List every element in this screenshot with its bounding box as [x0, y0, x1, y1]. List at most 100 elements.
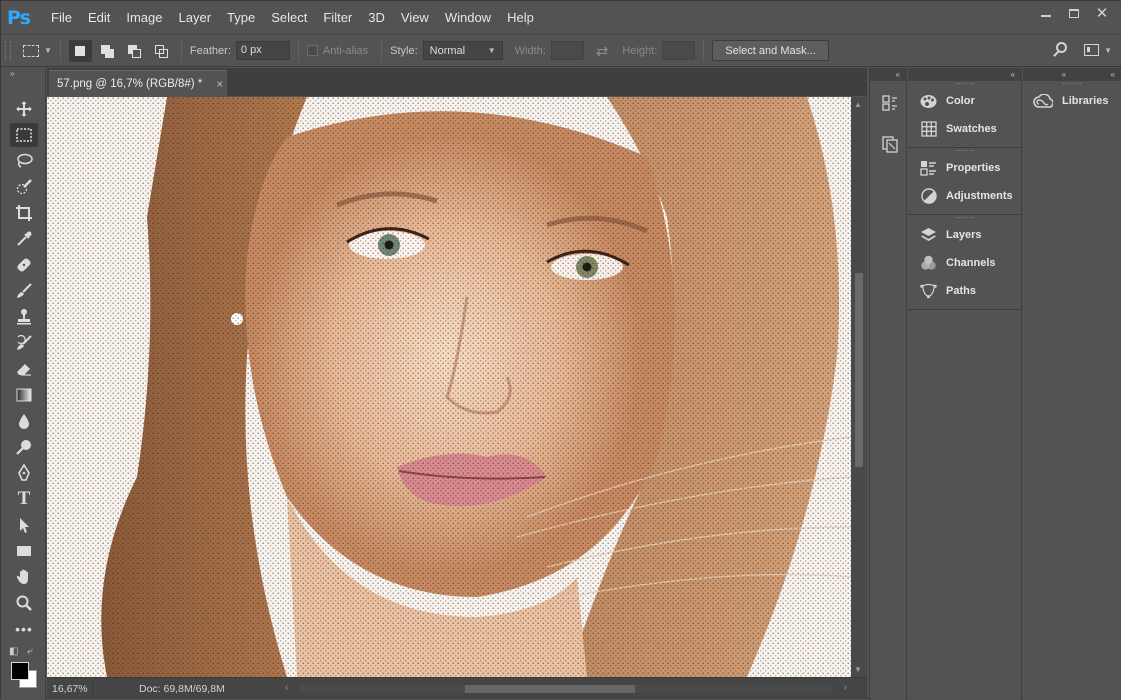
feather-input[interactable]: 0 px — [235, 41, 290, 60]
move-tool[interactable] — [10, 97, 38, 121]
blur-tool[interactable] — [10, 409, 38, 433]
menu-file[interactable]: File — [43, 1, 80, 34]
style-select[interactable]: Normal ▼ — [422, 41, 503, 60]
vertical-scrollbar[interactable]: ▲ ▼ — [851, 97, 867, 677]
pen-tool[interactable] — [10, 461, 38, 485]
spot-healing-brush-tool[interactable] — [10, 253, 38, 277]
divider — [59, 39, 61, 62]
menu-window[interactable]: Window — [437, 1, 499, 34]
menu-image[interactable]: Image — [118, 1, 170, 34]
channels-icon — [920, 255, 937, 272]
minimize-button[interactable] — [1032, 3, 1060, 23]
panel-paths[interactable]: Paths — [908, 277, 1021, 305]
document-tab[interactable]: 57.png @ 16,7% (RGB/8#) * × — [49, 70, 227, 96]
zoom-icon — [16, 595, 32, 611]
add-to-selection-button[interactable] — [96, 40, 119, 62]
height-input[interactable] — [662, 41, 696, 60]
new-selection-button[interactable] — [68, 39, 92, 62]
tool-preset-picker[interactable]: ▼ — [23, 44, 52, 57]
menu-layer[interactable]: Layer — [171, 1, 220, 34]
anti-alias-checkbox[interactable] — [306, 45, 318, 56]
subtract-from-selection-button[interactable] — [123, 40, 146, 62]
select-and-mask-button[interactable]: Select and Mask... — [712, 40, 829, 61]
close-icon: ✕ — [1095, 4, 1109, 22]
lasso-icon — [17, 153, 33, 168]
panel-swatches[interactable]: Swatches — [908, 115, 1021, 143]
lasso-tool[interactable] — [10, 149, 38, 173]
workspace-switcher[interactable]: ▼ — [1084, 44, 1112, 56]
search-icon[interactable] — [1052, 41, 1070, 59]
zoom-tool[interactable] — [10, 591, 38, 615]
menu-help[interactable]: Help — [499, 1, 542, 34]
horizontal-scrollbar[interactable]: ‹ › — [285, 682, 847, 695]
collapse-panels-icon[interactable]: « — [908, 68, 1021, 81]
toolbar-collapse-icon[interactable]: » — [10, 69, 14, 78]
panel-channels[interactable]: Channels — [908, 249, 1021, 277]
chevron-down-icon: ▼ — [487, 46, 496, 55]
scroll-right-icon[interactable]: › — [844, 682, 847, 693]
panel-column-main: « Color Swatches Properties Adjustments … — [908, 68, 1022, 700]
width-input[interactable] — [550, 41, 584, 60]
panel-icon-strip: « — [869, 68, 907, 700]
window-controls: ✕ — [1032, 3, 1116, 23]
brush-icon — [17, 283, 32, 298]
hand-tool[interactable] — [10, 565, 38, 589]
history-panel-button[interactable] — [880, 93, 900, 113]
close-tab-icon[interactable]: × — [216, 77, 223, 91]
horizontal-scroll-thumb[interactable] — [465, 685, 635, 693]
document-info: Doc: 69,8M/69,8M — [139, 682, 225, 695]
rectangle-tool[interactable] — [10, 539, 38, 563]
properties-strip-button[interactable] — [880, 134, 900, 154]
gradient-tool[interactable] — [10, 383, 38, 407]
collapse-strip-icon[interactable]: « — [870, 68, 906, 81]
swap-dimensions-icon[interactable]: ⇄ — [596, 42, 609, 60]
menu-filter[interactable]: Filter — [315, 1, 360, 34]
panel-properties[interactable]: Properties — [908, 154, 1021, 182]
default-colors-icon[interactable]: ◧ — [9, 646, 18, 657]
height-label: Height: — [622, 44, 658, 57]
edit-toolbar-button[interactable]: ••• — [10, 617, 38, 641]
feather-label: Feather: — [189, 44, 231, 57]
quick-selection-icon — [16, 179, 32, 195]
collapse-libraries-icon[interactable]: « « — [1023, 68, 1121, 81]
maximize-button[interactable] — [1060, 3, 1088, 23]
close-button[interactable]: ✕ — [1088, 3, 1116, 23]
scroll-left-icon[interactable]: ‹ — [285, 682, 288, 693]
foreground-color[interactable] — [11, 662, 29, 680]
type-icon: T — [17, 488, 31, 509]
scroll-up-icon[interactable]: ▲ — [854, 100, 862, 109]
crop-tool[interactable] — [10, 201, 38, 225]
menu-3d[interactable]: 3D — [360, 1, 393, 34]
canvas[interactable] — [47, 97, 851, 677]
type-tool[interactable]: T — [10, 487, 38, 511]
panel-adjustments[interactable]: Adjustments — [908, 182, 1021, 210]
paths-icon — [920, 283, 937, 300]
menu-type[interactable]: Type — [219, 1, 263, 34]
history-brush-tool[interactable] — [10, 331, 38, 355]
menu-view[interactable]: View — [393, 1, 437, 34]
zoom-level-field[interactable]: 16,67% — [47, 679, 93, 698]
brush-tool[interactable] — [10, 279, 38, 303]
options-grip[interactable] — [5, 40, 11, 61]
menu-bar: Ps File Edit Image Layer Type Select Fil… — [1, 1, 1121, 34]
eyedropper-tool[interactable] — [10, 227, 38, 251]
panel-layers[interactable]: Layers — [908, 221, 1021, 249]
panel-libraries[interactable]: Libraries — [1023, 87, 1121, 115]
rectangular-marquee-tool[interactable] — [10, 123, 38, 147]
panel-paths-label: Paths — [946, 285, 976, 297]
eraser-tool[interactable] — [10, 357, 38, 381]
quick-selection-tool[interactable] — [10, 175, 38, 199]
menu-edit[interactable]: Edit — [80, 1, 118, 34]
dodge-icon — [16, 440, 31, 455]
panel-color[interactable]: Color — [908, 87, 1021, 115]
dodge-tool[interactable] — [10, 435, 38, 459]
clone-stamp-tool[interactable] — [10, 305, 38, 329]
path-selection-tool[interactable] — [10, 513, 38, 537]
scroll-down-icon[interactable]: ▼ — [854, 665, 862, 674]
vertical-scroll-thumb[interactable] — [855, 273, 863, 467]
menu-select[interactable]: Select — [263, 1, 315, 34]
intersect-selection-button[interactable] — [150, 40, 173, 62]
stamp-icon — [17, 309, 31, 325]
blur-icon — [19, 414, 29, 429]
swap-colors-icon[interactable]: ⤶ — [27, 646, 33, 657]
